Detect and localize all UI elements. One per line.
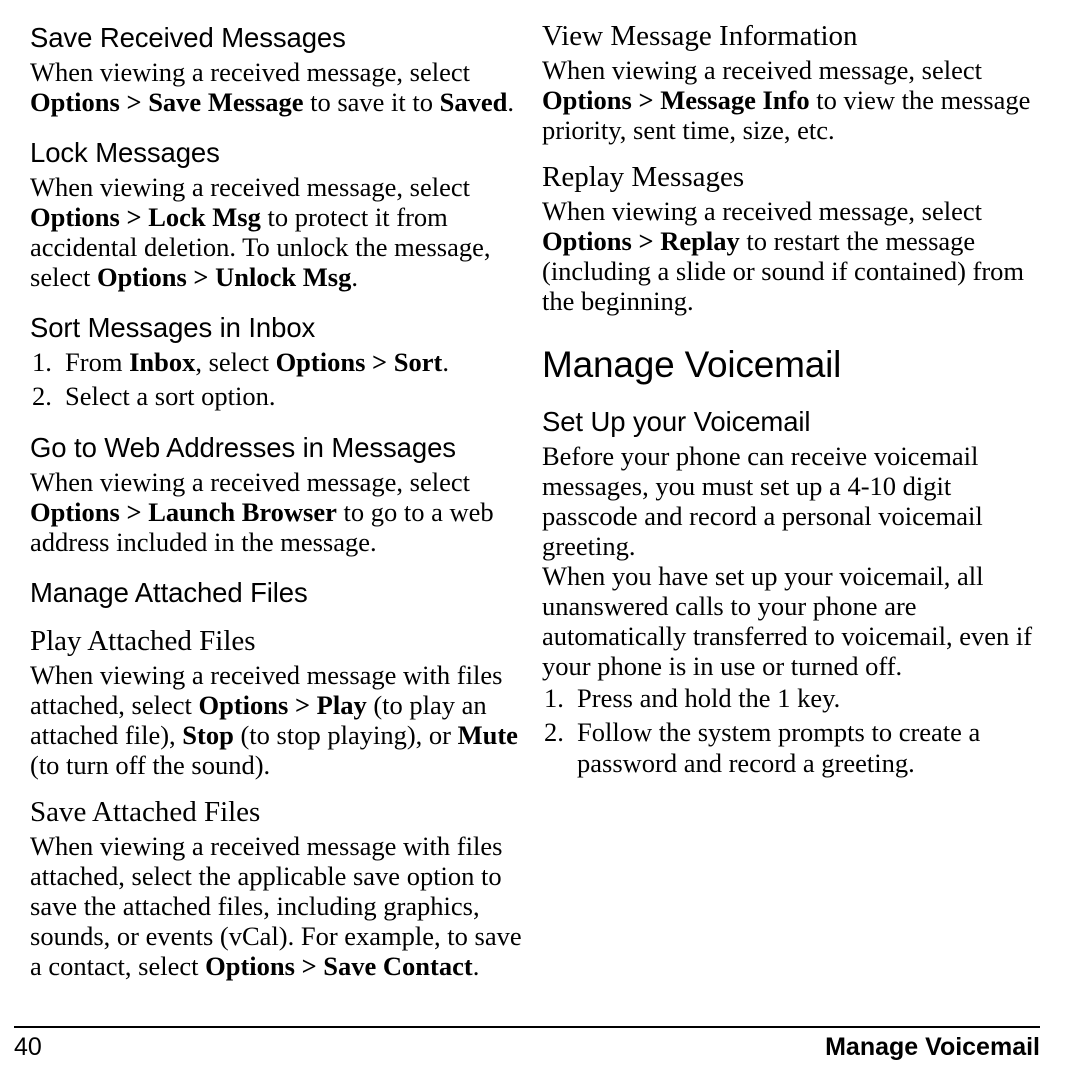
paragraph-text: .: [472, 951, 480, 981]
section-heading: Sort Messages in Inbox: [30, 312, 316, 343]
body-paragraph: When viewing a received message with fil…: [30, 660, 530, 780]
paragraph-emphasis: Mute: [457, 720, 518, 750]
page-number: 40: [14, 1033, 42, 1061]
numbered-step-list: From Inbox, select Options > Sort. Select…: [30, 347, 530, 412]
paragraph-emphasis: Options > Launch Browser: [30, 497, 337, 527]
section-heading: Play Attached Files: [30, 625, 256, 657]
paragraph-text: (to stop playing), or: [233, 720, 458, 750]
paragraph-text: When viewing a received message, select: [542, 196, 982, 226]
section-heading: Manage Attached Files: [30, 577, 308, 608]
step-item: From Inbox, select Options > Sort.: [30, 347, 530, 378]
paragraph-text: When viewing a received message, select: [30, 467, 470, 497]
paragraph-emphasis: Options > Unlock Msg: [96, 262, 352, 292]
paragraph-text: When viewing a received message, select: [30, 172, 470, 202]
step-text: Follow the system prompts to create a pa…: [577, 717, 981, 778]
step-text: .: [442, 347, 449, 377]
paragraph-text: When viewing a received message, select: [542, 55, 982, 85]
section-heading: Save Attached Files: [30, 796, 261, 828]
step-text: From: [65, 347, 130, 377]
body-paragraph: When viewing a received message, select …: [30, 172, 530, 292]
paragraph-emphasis: Saved: [439, 87, 508, 117]
step-text: , select: [195, 347, 276, 377]
section-heading: Lock Messages: [30, 137, 220, 168]
two-column-body: Save Received Messages When viewing a rec…: [0, 0, 1080, 1010]
step-text: Press and hold the 1 key.: [577, 683, 841, 713]
body-paragraph: When viewing a received message, select …: [30, 467, 530, 557]
left-column: Save Received Messages When viewing a rec…: [30, 0, 530, 981]
body-paragraph: When viewing a received message, select …: [542, 55, 1042, 145]
numbered-step-list: Press and hold the 1 key. Follow the syst…: [542, 683, 1042, 779]
paragraph-emphasis: Options > Message Info: [542, 85, 810, 115]
step-item: Follow the system prompts to create a pa…: [542, 717, 1042, 779]
body-paragraph: When viewing a received message with fil…: [30, 831, 530, 981]
paragraph-text: .: [507, 87, 515, 117]
page-footer: 40 Manage Voicemail: [14, 1032, 1040, 1072]
section-heading: Set Up your Voicemail: [542, 406, 811, 437]
section-heading: View Message Information: [542, 20, 858, 52]
section-heading: Go to Web Addresses in Messages: [30, 432, 456, 463]
step-emphasis: Inbox: [129, 347, 196, 377]
footer-section-title: Manage Voicemail: [825, 1033, 1040, 1061]
paragraph-text: When viewing a received message, select: [30, 57, 470, 87]
step-emphasis: Options > Sort: [275, 347, 443, 377]
paragraph-text: Before your phone can receive voicemail …: [542, 441, 983, 561]
body-paragraph: Before your phone can receive voicemail …: [542, 441, 1042, 561]
body-paragraph: When you have set up your voicemail, all…: [542, 561, 1042, 681]
body-paragraph: When viewing a received message, select …: [30, 57, 530, 117]
paragraph-text: to save it to: [303, 87, 440, 117]
step-text: Select a sort option.: [65, 381, 276, 411]
body-paragraph: When viewing a received message, select …: [542, 196, 1042, 316]
section-heading: Replay Messages: [542, 161, 745, 193]
step-item: Press and hold the 1 key.: [542, 683, 1042, 714]
paragraph-text: When you have set up your voicemail, all…: [542, 561, 1033, 681]
paragraph-emphasis: Stop: [182, 720, 234, 750]
paragraph-emphasis: Options > Replay: [542, 226, 740, 256]
step-item: Select a sort option.: [30, 381, 530, 412]
paragraph-emphasis: Options > Play: [198, 690, 367, 720]
paragraph-text: .: [351, 262, 358, 292]
paragraph-emphasis: Options > Lock Msg: [30, 202, 261, 232]
paragraph-emphasis: Options > Save Message: [30, 87, 304, 117]
paragraph-text: (to turn off the sound).: [30, 750, 271, 780]
section-heading: Manage Voicemail: [542, 344, 842, 385]
footer-divider: [14, 1026, 1040, 1028]
manual-page: Save Received Messages When viewing a rec…: [0, 0, 1080, 1080]
paragraph-emphasis: Options > Save Contact: [205, 951, 473, 981]
right-column: View Message Information When viewing a r…: [542, 0, 1042, 782]
section-heading: Save Received Messages: [30, 22, 346, 53]
